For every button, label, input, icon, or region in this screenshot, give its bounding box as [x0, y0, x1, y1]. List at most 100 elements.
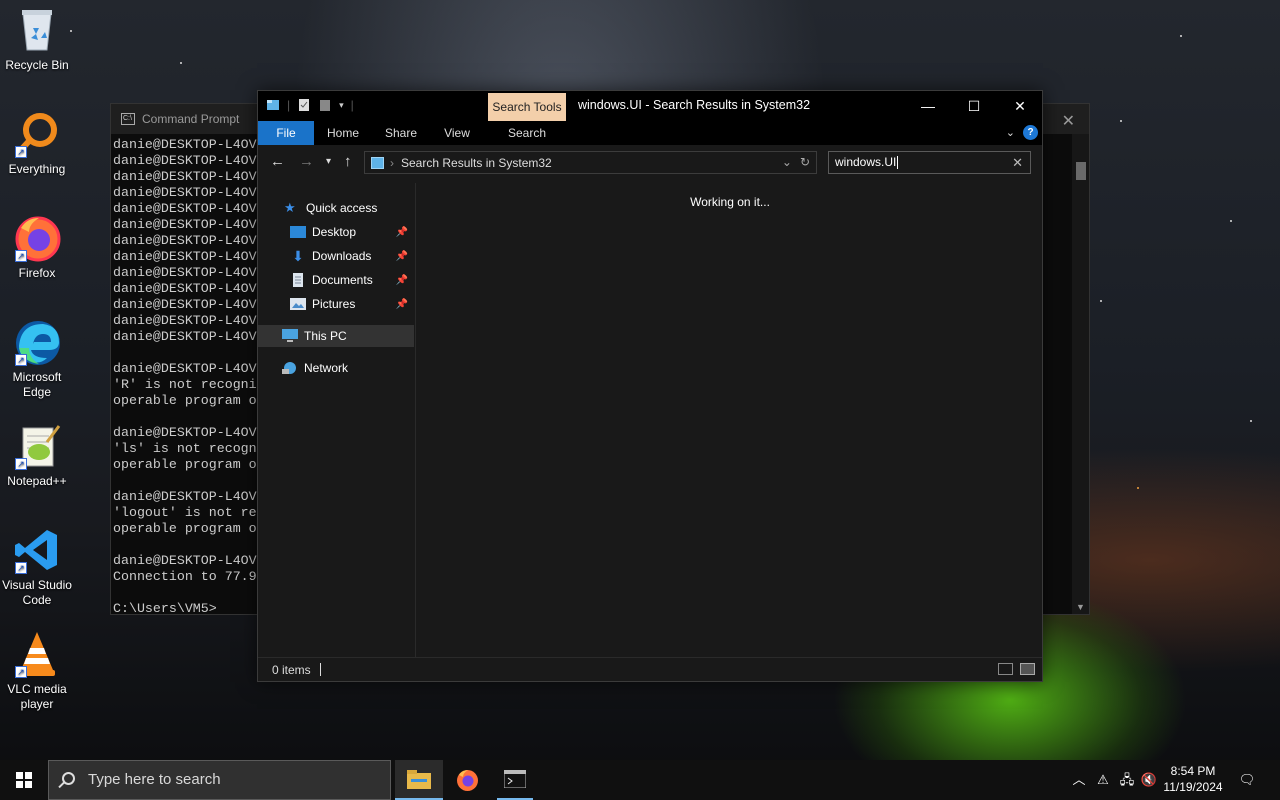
scrollbar-thumb[interactable]: [1076, 162, 1086, 180]
pin-icon[interactable]: 📌: [396, 227, 408, 238]
clock-time: 8:54 PM: [1170, 764, 1216, 778]
help-icon[interactable]: ?: [1023, 125, 1038, 140]
explorer-app-icon: [267, 100, 279, 110]
shortcut-arrow-icon: ↗: [15, 250, 27, 262]
desktop-icon-notepadpp[interactable]: ↗ Notepad++: [0, 422, 74, 489]
tab-view[interactable]: View: [430, 121, 484, 145]
nav-item-downloads[interactable]: ⬇ Downloads 📌: [258, 245, 414, 267]
new-folder-icon[interactable]: [318, 98, 332, 112]
search-icon: [62, 772, 75, 785]
address-bar[interactable]: › Search Results in System32 ⌄ ↻: [364, 151, 817, 174]
start-button[interactable]: [0, 760, 48, 800]
volume-muted-icon[interactable]: 🔇: [1140, 760, 1158, 800]
nav-item-quick-access[interactable]: ★ Quick access: [258, 197, 414, 219]
divider: |: [287, 98, 291, 112]
cmd-title: Command Prompt: [142, 112, 240, 126]
vlc-icon: ↗: [13, 630, 61, 678]
close-icon[interactable]: ✕: [1062, 111, 1075, 131]
properties-icon[interactable]: [297, 98, 311, 112]
shortcut-arrow-icon: ↗: [15, 562, 27, 574]
expand-ribbon-icon[interactable]: ⌄: [1006, 126, 1015, 139]
pin-icon[interactable]: 📌: [396, 251, 408, 262]
desktop-icon-vlc[interactable]: ↗ VLC media player: [0, 630, 74, 712]
minimize-button[interactable]: —: [905, 91, 951, 121]
address-row: ← → ▾ ↑ › Search Results in System32 ⌄ ↻…: [258, 147, 1042, 179]
large-icons-view-icon[interactable]: [1020, 663, 1035, 675]
notifications-icon[interactable]: 🗨: [1236, 760, 1258, 800]
terminal-icon: [504, 770, 526, 788]
taskbar-file-explorer[interactable]: [395, 760, 443, 800]
documents-icon: [293, 273, 303, 287]
nav-label: This PC: [304, 329, 347, 343]
firefox-icon: ↗: [13, 214, 61, 262]
text-caret: [897, 156, 899, 170]
search-folder-icon: [371, 156, 384, 169]
desktop-icon-firefox[interactable]: ↗ Firefox: [0, 214, 74, 281]
file-explorer-window[interactable]: | ▾ | Search Tools windows.UI - Search R…: [257, 90, 1043, 682]
computer-icon: [282, 329, 298, 342]
address-dropdown-icon[interactable]: ⌄: [782, 155, 792, 169]
up-arrow-icon[interactable]: ↑: [344, 153, 352, 170]
nav-item-pictures[interactable]: Pictures 📌: [258, 293, 414, 315]
breadcrumb-separator-icon[interactable]: ›: [390, 156, 394, 170]
taskbar: Type here to search ︿ ⚠ 🖧 🔇 8:54 PM 11/1…: [0, 760, 1280, 800]
desktop-icon-recycle-bin[interactable]: Recycle Bin: [0, 6, 74, 73]
shortcut-arrow-icon: ↗: [15, 458, 27, 470]
taskbar-command-prompt[interactable]: [491, 760, 539, 800]
nav-item-network[interactable]: Network: [258, 357, 414, 379]
nav-item-this-pc[interactable]: This PC: [258, 325, 414, 347]
status-bar: 0 items: [258, 657, 1042, 681]
details-view-icon[interactable]: [998, 663, 1013, 675]
cmd-scrollbar[interactable]: ▼: [1072, 134, 1089, 614]
tab-file[interactable]: File: [258, 121, 314, 145]
network-status-icon[interactable]: 🖧: [1118, 760, 1136, 800]
downloads-arrow-icon: ⬇: [292, 248, 304, 264]
shortcut-arrow-icon: ↗: [15, 666, 27, 678]
refresh-icon[interactable]: ↻: [800, 155, 810, 169]
contextual-tab-search-tools[interactable]: Search Tools: [488, 93, 566, 121]
everything-icon: ↗: [13, 110, 61, 158]
desktop-icon-vscode[interactable]: ↗ Visual Studio Code: [0, 526, 74, 608]
navigation-pane: ★ Quick access Desktop 📌 ⬇ Downloads 📌 D…: [258, 183, 416, 657]
address-path[interactable]: Search Results in System32: [401, 156, 552, 170]
desktop-icon-label: Microsoft Edge: [12, 370, 62, 399]
divider: |: [350, 98, 354, 112]
desktop-icon-everything[interactable]: ↗ Everything: [0, 110, 74, 177]
shortcut-arrow-icon: ↗: [15, 146, 27, 158]
taskbar-firefox[interactable]: [443, 760, 491, 800]
desktop-icon-label: Visual Studio Code: [2, 578, 72, 607]
explorer-titlebar[interactable]: | ▾ | Search Tools windows.UI - Search R…: [258, 91, 1042, 121]
search-input[interactable]: windows.UI ✕: [828, 151, 1031, 174]
scroll-down-icon[interactable]: ▼: [1076, 602, 1085, 612]
clock[interactable]: 8:54 PM 11/19/2024: [1160, 763, 1226, 795]
search-input-value: windows.UI: [835, 155, 897, 169]
taskbar-search-box[interactable]: Type here to search: [48, 760, 391, 800]
item-count: 0 items: [272, 663, 311, 677]
forward-arrow-icon[interactable]: →: [299, 153, 314, 170]
tab-home[interactable]: Home: [314, 121, 372, 145]
show-hidden-icons-chevron-icon[interactable]: ︿: [1070, 760, 1088, 800]
desktop-icon-label: VLC media player: [7, 682, 67, 711]
recent-locations-chevron-icon[interactable]: ▾: [326, 156, 331, 167]
nav-item-desktop[interactable]: Desktop 📌: [258, 221, 414, 243]
pin-icon[interactable]: 📌: [396, 275, 408, 286]
nav-label: Documents: [312, 273, 373, 287]
file-list-area[interactable]: Working on it...: [418, 183, 1042, 657]
nav-item-documents[interactable]: Documents 📌: [258, 269, 414, 291]
desktop-icon-edge[interactable]: ↗ Microsoft Edge: [0, 318, 74, 400]
tab-share[interactable]: Share: [372, 121, 430, 145]
clear-search-icon[interactable]: ✕: [1012, 152, 1023, 173]
desktop-icon-label: Firefox: [18, 266, 56, 280]
maximize-button[interactable]: ☐: [951, 91, 997, 121]
edge-icon: ↗: [13, 318, 61, 366]
back-arrow-icon[interactable]: ←: [270, 153, 285, 170]
pin-icon[interactable]: 📌: [396, 299, 408, 310]
customize-toolbar-icon[interactable]: ▾: [339, 100, 344, 111]
close-button[interactable]: ✕: [997, 91, 1043, 121]
pictures-icon: [290, 298, 306, 310]
security-alert-icon[interactable]: ⚠: [1094, 760, 1112, 800]
quick-access-toolbar: | ▾ |: [266, 98, 354, 112]
tab-search[interactable]: Search: [488, 121, 566, 145]
recycle-bin-icon: [13, 6, 61, 54]
status-divider: [320, 663, 321, 676]
